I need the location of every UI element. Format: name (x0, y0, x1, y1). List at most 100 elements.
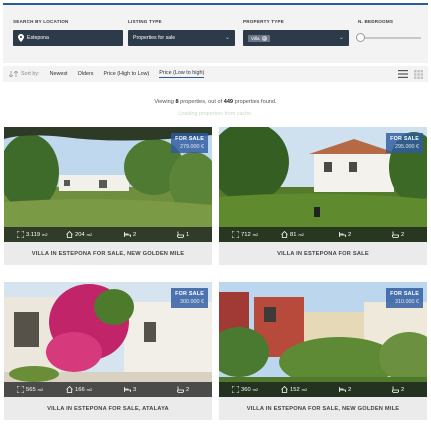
bed-icon (339, 232, 346, 237)
bedrooms: 2 (339, 386, 351, 393)
bedrooms-value: 2 (348, 231, 352, 238)
property-title[interactable]: VILLA IN ESTEPONA FOR SALE (219, 242, 427, 265)
sort-bar: Sort by: Newest Olders Price (High to Lo… (3, 66, 428, 82)
property-card[interactable]: FOR SALE 279.000 € 3.119 m2 204 m2 2 1 VIL… (4, 127, 212, 265)
listing-type-select[interactable]: Properties for sale ⌄ (128, 30, 235, 46)
price: 279.000 € (180, 144, 204, 150)
home-icon (281, 231, 288, 238)
sort-icon (9, 71, 19, 77)
results-shown: 8 (175, 99, 179, 105)
property-stats: 360 m2 152 m2 2 2 (219, 382, 427, 397)
plot-unit: m2 (42, 232, 48, 237)
location-label: SEARCH BY LOCATION (13, 19, 69, 24)
price: 295.000 € (395, 144, 419, 150)
grid-view-icon[interactable] (414, 70, 423, 79)
plot-size: 565 m2 (17, 386, 43, 393)
property-photo[interactable]: FOR SALE 310.000 € 360 m2 152 m2 2 2 (219, 282, 427, 397)
sort-option-olders[interactable]: Olders (78, 71, 94, 77)
bedrooms-value: 2 (133, 231, 137, 238)
built-unit: m2 (86, 387, 93, 392)
sale-badge: FOR SALE 295.000 € (386, 133, 423, 153)
built-value: 152 (290, 386, 300, 393)
results-suffix: properties found. (234, 99, 277, 105)
built-value: 166 (75, 386, 85, 393)
location-pin-icon (18, 34, 24, 42)
results-middle: properties, out of (180, 99, 223, 105)
home-icon (66, 231, 73, 238)
chevron-down-icon: ⌄ (224, 35, 230, 41)
sale-badge: FOR SALE 310.000 € (386, 288, 423, 308)
plot-unit: m2 (252, 232, 259, 237)
plot-value: 3.119 (26, 231, 41, 238)
sale-badge-label: FOR SALE (390, 136, 419, 142)
built-unit: m2 (298, 232, 305, 237)
price: 300.000 € (180, 299, 204, 305)
bedrooms: 2 (124, 231, 136, 238)
home-icon (281, 386, 288, 393)
bed-icon (124, 232, 131, 237)
bath-icon (177, 386, 184, 393)
property-type-tag[interactable]: Villa × (248, 34, 270, 42)
property-type-label: PROPERTY TYPE (243, 19, 285, 24)
chevron-down-icon: ⌄ (338, 35, 344, 41)
listing-type-value: Properties for sale (133, 35, 176, 41)
sort-option-price-high-low[interactable]: Price (High to Low) (103, 71, 149, 77)
bathrooms-value: 2 (186, 386, 190, 393)
expand-icon (17, 386, 24, 393)
sale-badge-label: FOR SALE (175, 136, 204, 142)
location-value: Estepona (27, 35, 49, 41)
property-title[interactable]: VILLA IN ESTEPONA FOR SALE, NEW GOLDEN M… (219, 397, 427, 420)
bedrooms-label: N. BEDROOMS (358, 19, 394, 24)
sort-option-newest[interactable]: Newest (50, 71, 68, 77)
property-photo[interactable]: FOR SALE 279.000 € 3.119 m2 204 m2 2 1 (4, 127, 212, 242)
built-size: 81 m2 (281, 231, 304, 238)
listing-type-label: LISTING TYPE (128, 19, 162, 24)
property-card[interactable]: FOR SALE 295.000 € 712 m2 81 m2 2 2 VILLA … (219, 127, 427, 265)
search-panel: SEARCH BY LOCATION Estepona LISTING TYPE… (3, 3, 428, 63)
built-unit: m2 (86, 232, 93, 237)
expand-icon (17, 231, 24, 238)
sort-option-price-low-high[interactable]: Price (Low to high) (159, 70, 205, 78)
bathrooms: 2 (177, 386, 189, 393)
expand-icon (232, 386, 239, 393)
plot-unit: m2 (252, 387, 259, 392)
sale-badge: FOR SALE 300.000 € (171, 288, 208, 308)
bath-icon (392, 231, 399, 238)
property-card[interactable]: FOR SALE 310.000 € 360 m2 152 m2 2 2 VILLA… (219, 282, 427, 420)
expand-icon (232, 231, 239, 238)
built-size: 152 m2 (281, 386, 307, 393)
plot-size: 360 m2 (232, 386, 258, 393)
property-card[interactable]: FOR SALE 300.000 € 565 m2 166 m2 3 2 VILLA… (4, 282, 212, 420)
bed-icon (124, 387, 131, 392)
bedrooms-slider-handle[interactable] (356, 33, 365, 42)
property-type-select[interactable]: Villa × ⌄ (243, 30, 349, 46)
sale-badge-label: FOR SALE (175, 291, 204, 297)
plot-unit: m2 (37, 387, 44, 392)
list-view-icon[interactable] (398, 70, 408, 78)
plot-size: 3.119 m2 (17, 231, 48, 238)
bedrooms-slider-track[interactable] (361, 37, 421, 39)
bath-icon (392, 386, 399, 393)
bedrooms: 3 (124, 386, 136, 393)
plot-size: 712 m2 (232, 231, 258, 238)
property-title[interactable]: VILLA IN ESTEPONA FOR SALE, ATALAYA (4, 397, 212, 420)
remove-tag-icon[interactable]: × (261, 35, 267, 41)
property-title[interactable]: VILLA IN ESTEPONA FOR SALE, NEW GOLDEN M… (4, 242, 212, 265)
location-field[interactable]: Estepona (13, 30, 123, 46)
results-prefix: Viewing (154, 99, 174, 105)
bed-icon (339, 387, 346, 392)
property-photo[interactable]: FOR SALE 300.000 € 565 m2 166 m2 3 2 (4, 282, 212, 397)
sale-badge-label: FOR SALE (390, 291, 419, 297)
plot-value: 712 (241, 231, 251, 238)
built-size: 204 m2 (66, 231, 92, 238)
sort-label-text: Sort by: (21, 71, 40, 77)
home-icon (66, 386, 73, 393)
built-value: 204 (75, 231, 85, 238)
bathrooms-value: 2 (401, 386, 405, 393)
built-size: 166 m2 (66, 386, 92, 393)
bedrooms-value: 3 (133, 386, 137, 393)
property-photo[interactable]: FOR SALE 295.000 € 712 m2 81 m2 2 2 (219, 127, 427, 242)
loading-message: Loading properties from cache. (178, 111, 253, 117)
sale-badge: FOR SALE 279.000 € (171, 133, 208, 153)
bedrooms: 2 (339, 231, 351, 238)
